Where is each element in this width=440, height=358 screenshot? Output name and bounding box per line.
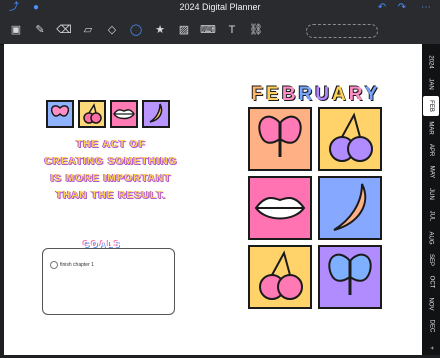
butterfly-icon [248,107,312,171]
undo-icon[interactable]: ↶ [376,2,388,14]
tab-dec[interactable]: DEC [423,316,439,336]
tab-label: 2024 [427,55,434,69]
tab-jan[interactable]: JAN [423,74,439,94]
tab-jun[interactable]: JUN [423,184,439,204]
tab-apr[interactable]: APR [423,140,439,160]
month-letter: B [281,84,299,105]
app-title[interactable]: 2024 Digital Planner [0,2,440,12]
month-letter: E [266,84,282,105]
lips-icon [110,100,138,128]
cherries-icon [78,100,106,128]
month-letter: Y [364,84,381,105]
quote-text: THE ACT OF CREATING SOMETHING IS MORE IM… [26,136,196,204]
textbox-icon[interactable]: T [224,22,240,38]
tab-2024[interactable]: 2024 [423,52,439,72]
eraser-icon[interactable]: ⌫ [56,22,72,38]
quote-line: THE ACT OF [76,139,146,150]
lasso-icon[interactable]: ◯ [128,22,144,38]
quote-line: THAN THE RESULT. [55,190,167,201]
image-icon[interactable]: ▨ [176,22,192,38]
tab-label: JAN [428,78,434,90]
tab-label: AUG [427,231,434,245]
toolbar: ▣ ✎ ⌫ ▱ ◇ ◯ ★ ▨ ⌨ T ⛓ [0,16,440,45]
redo-icon[interactable]: ↷ [396,2,408,14]
tab-label: DEC [427,319,434,333]
tab-jul[interactable]: JUL [423,206,439,226]
tab-label: MAY [428,165,434,179]
tab-oct[interactable]: OCT [423,272,439,292]
lips-icon [248,176,312,240]
tab-sep[interactable]: SEP [423,250,439,270]
month-letter: R [348,84,365,105]
month-tabs: 2024 JAN FEB MAR APR MAY JUN JUL AUG SEP OCT NOV DEC… [422,44,440,355]
quote-line: CREATING SOMETHING [44,156,178,167]
month-letter: U [315,84,333,105]
month-letter: F [251,84,267,105]
month-title: FEBRUARY [246,84,386,106]
tab-label: JUN [427,188,434,200]
tab-feb[interactable]: FEB [423,96,439,116]
goals-title: GOALS [83,240,122,249]
sticker-icon[interactable]: ★ [152,22,168,38]
month-letter: R [298,84,316,105]
goals-box[interactable] [42,248,175,315]
banana-icon [318,176,382,240]
goal-checkbox[interactable] [50,261,58,269]
tab-label: MAR [428,121,434,135]
tab-label: + [427,346,434,350]
shapes-icon[interactable]: ◇ [104,22,120,38]
top-bar: ⤴ ● 2024 Digital Planner ↶ ↷ ⋯ [0,0,440,16]
tab-+[interactable]: + [423,338,439,358]
cherries-icon [248,245,312,309]
tab-mar[interactable]: MAR [423,118,439,138]
banana-icon [142,100,170,128]
tab-label: JUL [427,210,434,222]
tab-label: SEP [427,253,434,267]
tab-label: OCT [427,275,434,289]
month-letter: A [332,84,349,105]
tab-nov[interactable]: NOV [423,294,439,314]
cherries-icon [318,107,382,171]
more-icon[interactable]: ⋯ [420,2,432,14]
pen-icon[interactable]: ✎ [32,22,48,38]
scan-icon[interactable]: ▣ [8,22,24,38]
tab-aug[interactable]: AUG [423,228,439,248]
tab-label: APR [428,143,434,157]
keyboard-icon[interactable]: ⌨ [200,22,216,38]
link-icon[interactable]: ⛓ [248,22,264,38]
goal-item[interactable]: finish chapter 1 [60,262,94,268]
quote-line: IS MORE IMPORTANT [50,173,172,184]
butterfly-icon [318,245,382,309]
tab-label: NOV [427,297,434,311]
butterfly-icon [46,100,74,128]
highlighter-icon[interactable]: ▱ [80,22,96,38]
tab-label: FEB [427,100,434,112]
tab-may[interactable]: MAY [423,162,439,182]
selection-placeholder[interactable] [306,24,378,38]
